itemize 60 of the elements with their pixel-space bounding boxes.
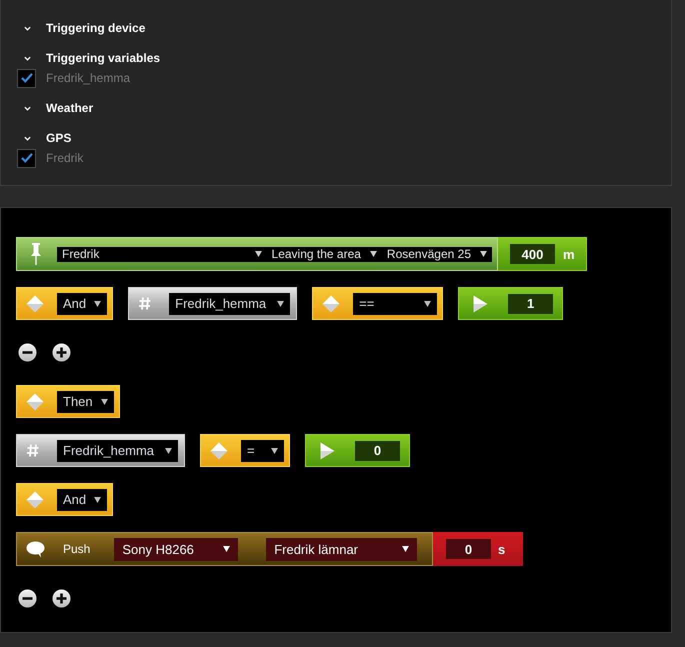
diamond-icon <box>322 294 340 312</box>
diamond-icon <box>26 392 44 410</box>
caret-icon <box>94 496 102 502</box>
chevron-down-icon[interactable] <box>24 136 31 140</box>
dropdown-select[interactable]: And <box>57 292 108 314</box>
caret-icon <box>223 546 230 552</box>
checkbox[interactable] <box>17 148 36 168</box>
dropdown-select[interactable]: Sony H8266 <box>114 538 238 560</box>
play-icon <box>320 442 335 460</box>
section-title[interactable]: Triggering variables <box>46 51 160 65</box>
number-input[interactable]: 1 <box>508 294 554 314</box>
dropdown-select[interactable]: Fredrik <box>57 246 267 262</box>
caret-icon <box>424 300 432 306</box>
action-label: Push <box>63 542 90 556</box>
diamond-icon <box>210 442 228 460</box>
minus-circle-icon[interactable] <box>18 589 37 608</box>
plus-circle-icon[interactable] <box>52 589 71 608</box>
number-input[interactable]: 400 <box>510 244 555 264</box>
section-title[interactable]: Weather <box>46 101 94 115</box>
dropdown-select[interactable]: Leaving the area <box>266 246 382 262</box>
caret-icon <box>277 300 284 306</box>
caret-icon <box>271 448 278 454</box>
dropdown-select[interactable]: Rosenvägen 25 <box>382 246 492 262</box>
minus-circle-icon[interactable] <box>18 343 37 362</box>
dropdown-select[interactable]: Fredrik_hemma <box>169 292 290 314</box>
caret-icon <box>402 546 409 552</box>
chevron-down-icon[interactable] <box>24 56 31 60</box>
section-title[interactable]: Triggering device <box>46 21 146 35</box>
caret-icon <box>480 251 487 257</box>
caret-icon <box>94 300 102 306</box>
plus-circle-icon[interactable] <box>52 343 71 362</box>
diamond-icon <box>26 490 44 508</box>
dropdown-select[interactable]: == <box>353 292 438 314</box>
chevron-down-icon[interactable] <box>24 26 31 30</box>
checkbox[interactable] <box>17 68 36 88</box>
dropdown-select[interactable]: Then <box>57 390 114 412</box>
check-icon <box>20 153 32 163</box>
checkbox-label: Fredrik_hemma <box>46 71 130 85</box>
chevron-down-icon[interactable] <box>24 106 31 110</box>
number-input[interactable]: 0 <box>446 539 491 559</box>
dropdown-select[interactable]: = <box>241 440 284 462</box>
caret-icon <box>370 251 377 257</box>
speech-bubble-icon <box>26 540 45 558</box>
number-input[interactable]: 0 <box>355 440 400 460</box>
diamond-icon <box>26 294 44 312</box>
caret-icon <box>165 448 172 454</box>
unit-label: m <box>563 246 575 262</box>
hash-icon <box>27 444 39 457</box>
dropdown-select[interactable]: Fredrik lämnar <box>266 538 417 560</box>
section-title[interactable]: GPS <box>46 131 72 145</box>
dropdown-select[interactable]: And <box>57 488 108 510</box>
check-icon <box>20 73 32 83</box>
checkbox-label: Fredrik <box>46 151 84 165</box>
play-icon <box>473 294 488 312</box>
pushpin-icon <box>31 243 41 265</box>
dropdown-select[interactable]: Fredrik_hemma <box>57 440 178 462</box>
caret-icon <box>100 398 108 404</box>
hash-icon <box>139 297 152 310</box>
unit-label: s <box>498 542 506 556</box>
caret-icon <box>254 251 262 257</box>
